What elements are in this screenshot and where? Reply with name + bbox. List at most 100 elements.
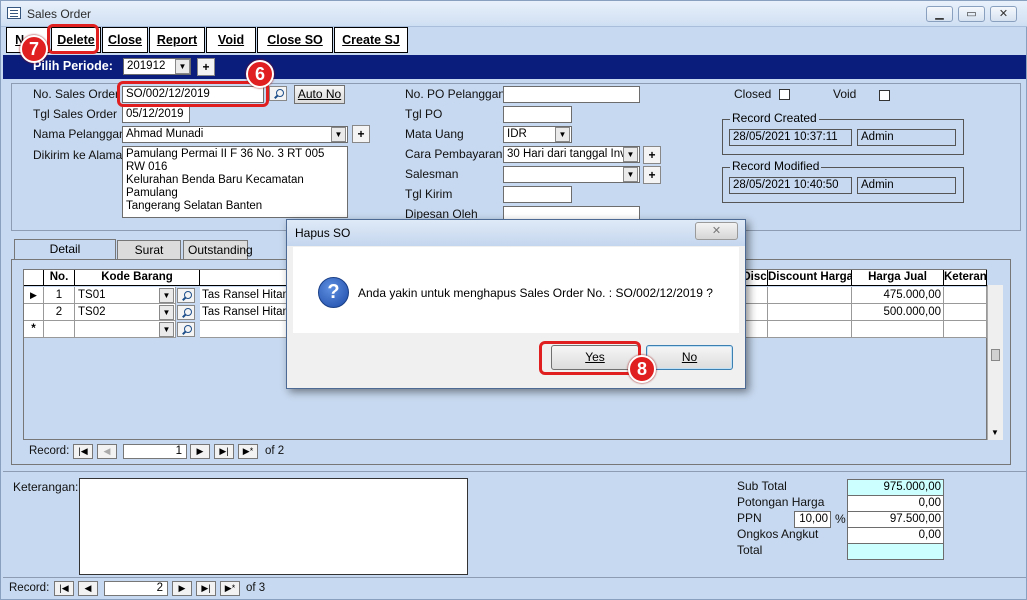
- dialog-close-button[interactable]: ✕: [695, 222, 738, 240]
- prev-record-icon[interactable]: ◀: [97, 444, 117, 459]
- chevron-down-icon[interactable]: ▼: [623, 147, 638, 162]
- modified-date: 28/05/2021 10:40:50: [729, 177, 852, 194]
- row-keterangan[interactable]: [944, 304, 987, 321]
- next-record-icon[interactable]: ▶: [172, 581, 192, 596]
- keterangan-textarea[interactable]: [79, 478, 468, 575]
- keterangan-label: Keterangan:: [13, 480, 79, 494]
- row-harga[interactable]: 500.000,00: [852, 304, 944, 321]
- tgl-kirim-field[interactable]: [503, 186, 572, 203]
- void-button[interactable]: Void: [206, 27, 256, 53]
- dialog-title: Hapus SO: [295, 226, 351, 240]
- first-record-icon[interactable]: |◀: [73, 444, 93, 459]
- prev-record-icon[interactable]: ◀: [78, 581, 98, 596]
- tab-outstanding[interactable]: Outstanding: [183, 240, 253, 260]
- new-row-marker: *: [24, 321, 44, 338]
- row-disc-harga[interactable]: [768, 304, 852, 321]
- void-flag-label: Void: [833, 87, 857, 101]
- search-icon[interactable]: [177, 288, 195, 303]
- grid-record-count: of 2: [265, 445, 285, 457]
- chevron-down-icon[interactable]: ▼: [159, 305, 174, 320]
- created-user: Admin: [857, 129, 956, 146]
- row-harga[interactable]: 475.000,00: [852, 287, 944, 304]
- dialog-title-bar: Hapus SO ✕: [287, 220, 745, 246]
- pelanggan-select[interactable]: Ahmad Munadi: [122, 126, 348, 143]
- last-record-icon[interactable]: ▶|: [214, 444, 234, 459]
- tgl-so-field[interactable]: 05/12/2019: [122, 106, 190, 123]
- first-record-icon[interactable]: |◀: [54, 581, 74, 596]
- chevron-down-icon[interactable]: ▼: [175, 59, 190, 74]
- created-date: 28/05/2021 10:37:11: [729, 129, 852, 146]
- form-record-field[interactable]: 2: [104, 581, 168, 596]
- chevron-down-icon[interactable]: ▼: [159, 322, 174, 337]
- void-checkbox[interactable]: [879, 90, 890, 101]
- row-disc-harga[interactable]: [768, 287, 852, 304]
- no-so-label: No. Sales Order: [33, 87, 120, 101]
- ppn-percent-sign: %: [835, 512, 846, 526]
- ppn-label: PPN: [737, 511, 762, 525]
- salesman-label: Salesman: [405, 167, 459, 181]
- row-nama[interactable]: Tas Ransel Hitam: [200, 287, 288, 304]
- scroll-thumb[interactable]: [991, 349, 1000, 361]
- row-selector[interactable]: [24, 304, 44, 321]
- new-record-icon[interactable]: ▶*: [220, 581, 240, 596]
- auto-no-button[interactable]: Auto No: [294, 85, 345, 104]
- title-bar: Sales Order ▁ ▭ ✕: [1, 1, 1027, 27]
- closed-checkbox[interactable]: [779, 89, 790, 100]
- row-harga[interactable]: [852, 321, 944, 338]
- cara-bayar-select[interactable]: 30 Hari dari tanggal Invo: [503, 146, 640, 163]
- new-record-icon[interactable]: ▶*: [238, 444, 258, 459]
- alamat-textarea[interactable]: Pamulang Permai II F 36 No. 3 RT 005 RW …: [122, 146, 348, 218]
- tgl-kirim-label: Tgl Kirim: [405, 187, 453, 201]
- minimize-button[interactable]: ▁: [926, 6, 953, 22]
- chevron-down-icon[interactable]: ▼: [555, 127, 570, 142]
- scroll-down-icon[interactable]: ▼: [991, 428, 999, 437]
- add-cara-bayar-button[interactable]: +: [643, 146, 661, 164]
- ongkos-field[interactable]: 0,00: [847, 527, 944, 544]
- tgl-po-field[interactable]: [503, 106, 572, 123]
- potongan-field[interactable]: 0,00: [847, 495, 944, 512]
- tab-detail-barang[interactable]: Detail Barang/Jasa: [14, 239, 116, 274]
- window-close-button[interactable]: ✕: [990, 6, 1017, 22]
- period-value: 201912: [127, 60, 166, 72]
- salesman-select[interactable]: [503, 166, 640, 183]
- add-pelanggan-button[interactable]: +: [352, 125, 370, 143]
- po-field[interactable]: [503, 86, 640, 103]
- step-7-badge: 7: [20, 35, 48, 63]
- next-record-icon[interactable]: ▶: [190, 444, 210, 459]
- row-keterangan[interactable]: [944, 321, 987, 338]
- close-so-button[interactable]: Close SO: [257, 27, 333, 53]
- report-button[interactable]: Report: [149, 27, 205, 53]
- col-header-no: No.: [44, 270, 75, 286]
- chevron-down-icon[interactable]: ▼: [623, 167, 638, 182]
- create-sj-button[interactable]: Create SJ: [334, 27, 408, 53]
- step-6-badge: 6: [246, 60, 274, 88]
- row-disc-harga[interactable]: [768, 321, 852, 338]
- chevron-down-icon[interactable]: ▼: [159, 288, 174, 303]
- grid-record-field[interactable]: 1: [123, 444, 187, 459]
- pelanggan-label: Nama Pelanggan: [33, 127, 126, 141]
- modified-user: Admin: [857, 177, 956, 194]
- dialog-body: ? Anda yakin untuk menghapus Sales Order…: [293, 247, 739, 333]
- ppn-field: 97.500,00: [847, 511, 944, 528]
- search-icon[interactable]: [177, 305, 195, 320]
- close-button[interactable]: Close: [102, 27, 148, 53]
- row-nama[interactable]: Tas Ransel Hitam: [200, 304, 288, 321]
- col-header-discount-harga: Discount Harga: [768, 270, 852, 286]
- tab-surat-jalan[interactable]: Surat Jalan: [117, 240, 181, 275]
- grid-scrollbar[interactable]: ▼: [987, 285, 1003, 440]
- no-button[interactable]: No: [646, 345, 733, 370]
- restore-button[interactable]: ▭: [958, 6, 985, 22]
- sub-total-label: Sub Total: [737, 479, 787, 493]
- row-nama[interactable]: [200, 321, 288, 338]
- last-record-icon[interactable]: ▶|: [196, 581, 216, 596]
- add-period-button[interactable]: +: [197, 58, 215, 76]
- row-keterangan[interactable]: [944, 287, 987, 304]
- search-icon[interactable]: [269, 86, 287, 101]
- form-record-label: Record:: [9, 582, 50, 594]
- search-icon[interactable]: [177, 322, 195, 337]
- potongan-label: Potongan Harga: [737, 495, 825, 509]
- alamat-line: Pamulang: [126, 187, 178, 199]
- add-salesman-button[interactable]: +: [643, 166, 661, 184]
- chevron-down-icon[interactable]: ▼: [331, 127, 346, 142]
- ppn-percent-field[interactable]: 10,00: [794, 511, 831, 528]
